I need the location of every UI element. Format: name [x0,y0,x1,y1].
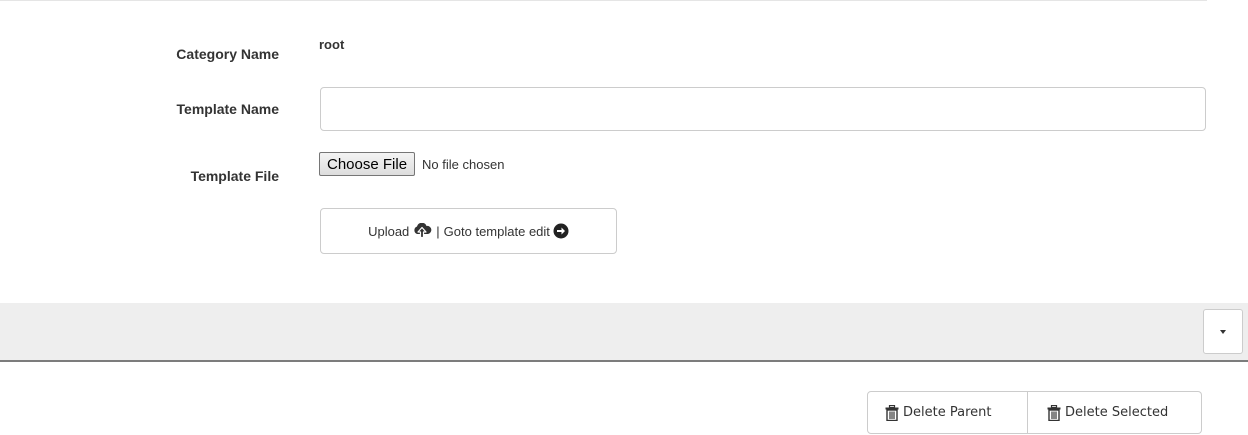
upload-goto-edit-button[interactable]: Upload | Goto template edit [320,208,617,254]
file-status-text: No file chosen [422,156,505,172]
delete-parent-button[interactable]: Delete Parent [867,391,1028,434]
choose-file-button[interactable]: Choose File [319,152,416,176]
category-name-label: Category Name [176,46,279,62]
separator: | [436,223,440,239]
template-name-input[interactable] [320,87,1206,131]
goto-template-edit-label: Goto template edit [443,223,550,239]
trash-icon [1047,404,1061,421]
cloud-upload-icon [414,223,432,239]
template-file-label: Template File [190,168,279,184]
delete-button-group: Delete Parent Delete Selected [867,391,1202,434]
upload-label: Upload [368,223,410,239]
caret-down-icon [1220,329,1226,334]
toolbar-bar [0,303,1248,362]
template-file-picker: Choose File No file chosen [319,152,504,176]
arrow-circle-right-icon [553,223,569,239]
toolbar-dropdown-button[interactable] [1203,309,1243,354]
top-divider [0,0,1207,1]
template-upload-page: Category Name root Template Name Templat… [0,0,1248,435]
template-name-label: Template Name [176,101,279,117]
category-name-value: root [319,37,345,52]
trash-icon [885,404,899,421]
delete-parent-label: Delete Parent [903,405,992,420]
delete-selected-button[interactable]: Delete Selected [1028,391,1202,434]
delete-selected-label: Delete Selected [1065,405,1169,420]
